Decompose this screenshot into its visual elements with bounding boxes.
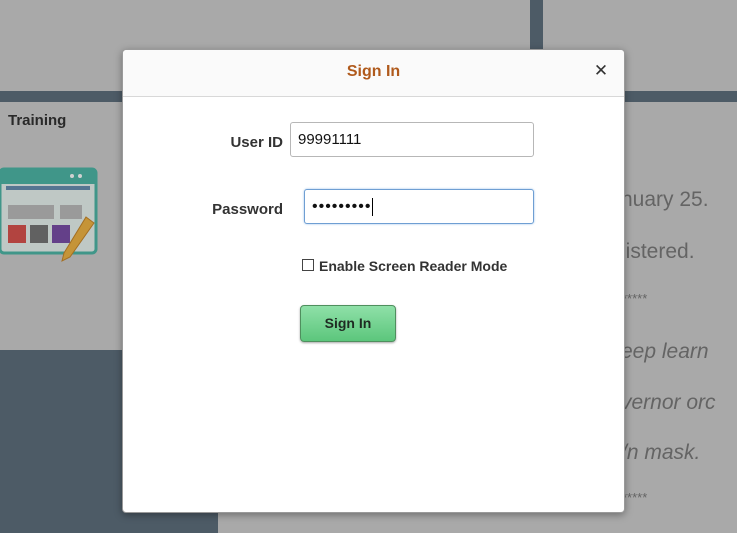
user-id-label: User ID (230, 134, 283, 151)
sign-in-button[interactable]: Sign In (300, 305, 396, 342)
dialog-title: Sign In (346, 63, 401, 80)
user-id-input[interactable]: 99991111 (290, 122, 534, 157)
close-icon: ✕ (593, 61, 609, 80)
screen-reader-checkbox[interactable] (302, 259, 314, 271)
password-label: Password (212, 201, 283, 218)
user-id-value: 99991111 (298, 131, 362, 148)
sign-in-dialog: Sign In ✕ User ID 99991111 Password ••••… (122, 49, 625, 513)
text-caret (372, 198, 374, 217)
password-input[interactable]: ••••••••• (304, 189, 534, 224)
password-masked-value: ••••••••• (312, 198, 372, 215)
close-button[interactable]: ✕ (590, 60, 612, 82)
dialog-header: Sign In ✕ (123, 50, 624, 97)
screen-reader-label[interactable]: Enable Screen Reader Mode (319, 258, 507, 274)
